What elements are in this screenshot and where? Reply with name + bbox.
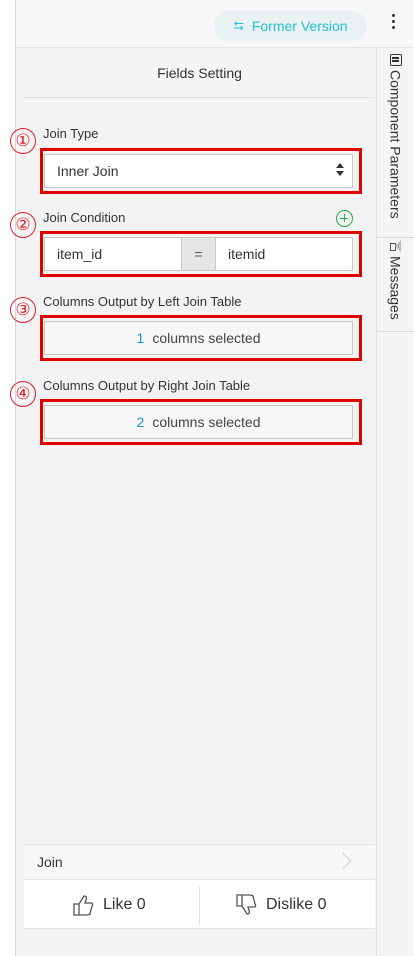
- right-field-input[interactable]: itemid: [215, 237, 353, 271]
- bottom-strip: [24, 929, 375, 956]
- former-version-button[interactable]: ⮀ Former Version: [214, 11, 367, 41]
- component-name-row[interactable]: Join: [24, 844, 375, 878]
- kebab-menu-icon[interactable]: [386, 14, 400, 38]
- marker-1: ①: [10, 128, 36, 154]
- left-columns-button[interactable]: 1 columns selected: [44, 321, 353, 355]
- marker-3: ③: [10, 297, 36, 323]
- tab-messages[interactable]: Messages: [377, 240, 414, 332]
- right-columns-suffix: columns selected: [152, 414, 261, 430]
- panel-title: Fields Setting: [24, 48, 375, 98]
- right-columns-button[interactable]: 2 columns selected: [44, 405, 353, 439]
- feedback-bar: Like 0 Dislike 0: [24, 879, 375, 929]
- former-version-label: Former Version: [251, 18, 348, 34]
- join-type-label: Join Type: [43, 126, 99, 141]
- chevron-right-icon: [334, 852, 352, 870]
- thumbs-up-icon: [73, 895, 94, 916]
- add-condition-icon[interactable]: [336, 210, 353, 227]
- side-tabs: Component Parameters Messages: [376, 48, 414, 956]
- top-bar: ⮀ Former Version: [16, 0, 413, 48]
- right-columns-count: 2: [136, 414, 145, 430]
- left-field-input[interactable]: item_id: [44, 237, 182, 271]
- left-columns-count: 1: [136, 330, 145, 346]
- thumbs-down-icon: [236, 894, 257, 915]
- left-columns-suffix: columns selected: [152, 330, 261, 346]
- component-name: Join: [37, 853, 63, 870]
- right-columns-label: Columns Output by Right Join Table: [43, 378, 251, 393]
- tab-messages-label: Messages: [387, 256, 404, 320]
- like-button[interactable]: Like 0: [71, 880, 146, 930]
- tab-component-parameters[interactable]: Component Parameters: [377, 54, 414, 238]
- swap-arrows-icon: ⮀: [233, 18, 244, 33]
- speaker-icon: [389, 240, 402, 252]
- dislike-label: Dislike 0: [266, 896, 327, 913]
- join-type-value: Inner Join: [57, 163, 119, 179]
- tab-component-parameters-label: Component Parameters: [387, 70, 404, 219]
- join-type-select[interactable]: Inner Join: [44, 154, 353, 188]
- join-condition-label: Join Condition: [43, 210, 126, 225]
- feedback-divider: [199, 886, 200, 924]
- marker-4: ④: [10, 381, 36, 407]
- like-label: Like 0: [103, 896, 146, 913]
- dislike-button[interactable]: Dislike 0: [234, 880, 326, 930]
- left-columns-label: Columns Output by Left Join Table: [43, 294, 242, 309]
- condition-operator: =: [182, 237, 215, 271]
- select-arrows-icon: [336, 163, 344, 176]
- parameters-icon: [389, 54, 402, 66]
- marker-2: ②: [10, 212, 36, 238]
